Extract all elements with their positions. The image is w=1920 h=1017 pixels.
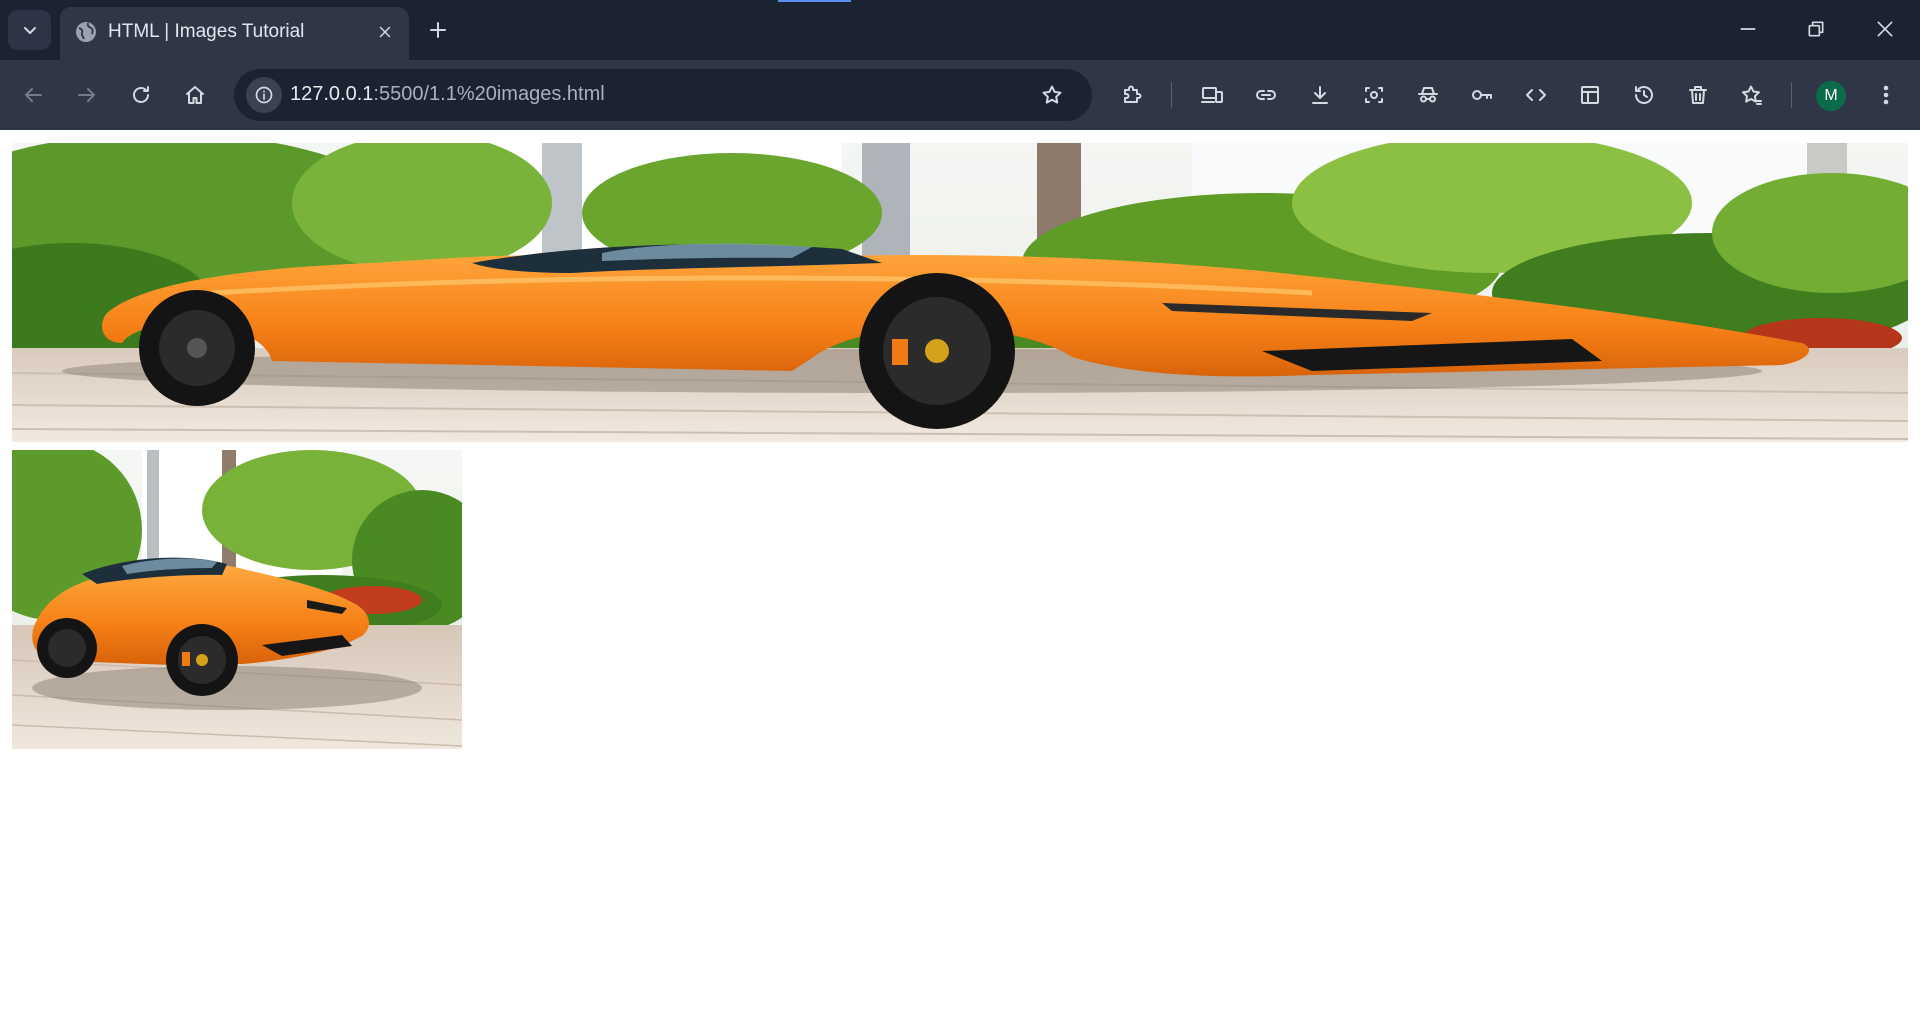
link-icon: [1256, 90, 1276, 100]
new-tab-button[interactable]: [423, 15, 453, 45]
address-bar[interactable]: 127.0.0.1:5500/1.1%20images.html: [234, 69, 1092, 121]
incognito-icon: [1418, 87, 1438, 103]
car-image-stretched: [12, 143, 1908, 442]
tab-title: HTML | Images Tutorial: [108, 21, 305, 42]
arrow-left-icon: [25, 88, 42, 102]
tab-search-button[interactable]: [8, 10, 51, 50]
incognito-button[interactable]: [1410, 77, 1446, 113]
arrow-right-icon: [78, 88, 95, 102]
menu-button[interactable]: [1868, 77, 1904, 113]
car-image: [12, 450, 462, 749]
close-window-button[interactable]: [1857, 8, 1913, 50]
chevron-down-icon: [23, 27, 36, 34]
copy-link-button[interactable]: [1248, 77, 1284, 113]
star-list-icon: [1742, 85, 1762, 105]
minimize-button[interactable]: [1720, 8, 1776, 50]
trash-icon: [1689, 86, 1707, 104]
screenshot-button[interactable]: [1356, 77, 1392, 113]
reload-icon: [133, 86, 149, 103]
delete-button[interactable]: [1680, 77, 1716, 113]
tab-active[interactable]: HTML | Images Tutorial: [60, 7, 409, 60]
globe-icon: [76, 22, 96, 42]
restore-button[interactable]: [1788, 8, 1844, 50]
passwords-button[interactable]: [1464, 77, 1500, 113]
devices-icon: [1201, 87, 1223, 103]
close-icon: [1877, 21, 1893, 37]
bookmark-button[interactable]: [1036, 79, 1068, 111]
tab-strip: HTML | Images Tutorial: [0, 0, 1920, 60]
key-icon: [1472, 90, 1492, 100]
screenshot-icon: [1365, 87, 1383, 103]
code-icon: [1526, 89, 1546, 101]
layout-button[interactable]: [1572, 77, 1608, 113]
back-button[interactable]: [15, 77, 51, 113]
home-icon: [186, 86, 204, 104]
download-icon: [1312, 86, 1328, 104]
plus-icon: [430, 22, 446, 38]
downloads-button[interactable]: [1302, 77, 1338, 113]
site-info-button[interactable]: [246, 77, 282, 113]
puzzle-icon: [1124, 85, 1142, 103]
devtools-button[interactable]: [1518, 77, 1554, 113]
close-icon: [379, 26, 391, 38]
kebab-menu-icon: [1883, 85, 1889, 105]
browser-toolbar: 127.0.0.1:5500/1.1%20images.html M: [0, 60, 1920, 130]
toolbar-separator: [1791, 82, 1792, 108]
layout-icon: [1581, 86, 1599, 104]
restore-icon: [1808, 21, 1824, 37]
profile-avatar[interactable]: M: [1816, 81, 1846, 111]
loading-indicator: [778, 0, 851, 2]
page-viewport: [0, 130, 1920, 1017]
url-text[interactable]: 127.0.0.1:5500/1.1%20images.html: [290, 83, 605, 106]
reload-button[interactable]: [123, 77, 159, 113]
star-icon: [1042, 85, 1062, 104]
history-button[interactable]: [1626, 77, 1662, 113]
toolbar-separator: [1171, 82, 1172, 108]
forward-button[interactable]: [69, 77, 105, 113]
url-path: :5500/1.1%20images.html: [373, 83, 605, 105]
history-icon: [1635, 86, 1653, 104]
url-host: 127.0.0.1: [290, 83, 374, 105]
bookmarks-manager-button[interactable]: [1734, 77, 1770, 113]
extensions-button[interactable]: [1114, 77, 1150, 113]
home-button[interactable]: [177, 77, 213, 113]
devices-button[interactable]: [1194, 77, 1230, 113]
info-icon: [255, 86, 273, 104]
tab-close-button[interactable]: [372, 19, 398, 45]
minimize-icon: [1740, 28, 1756, 30]
